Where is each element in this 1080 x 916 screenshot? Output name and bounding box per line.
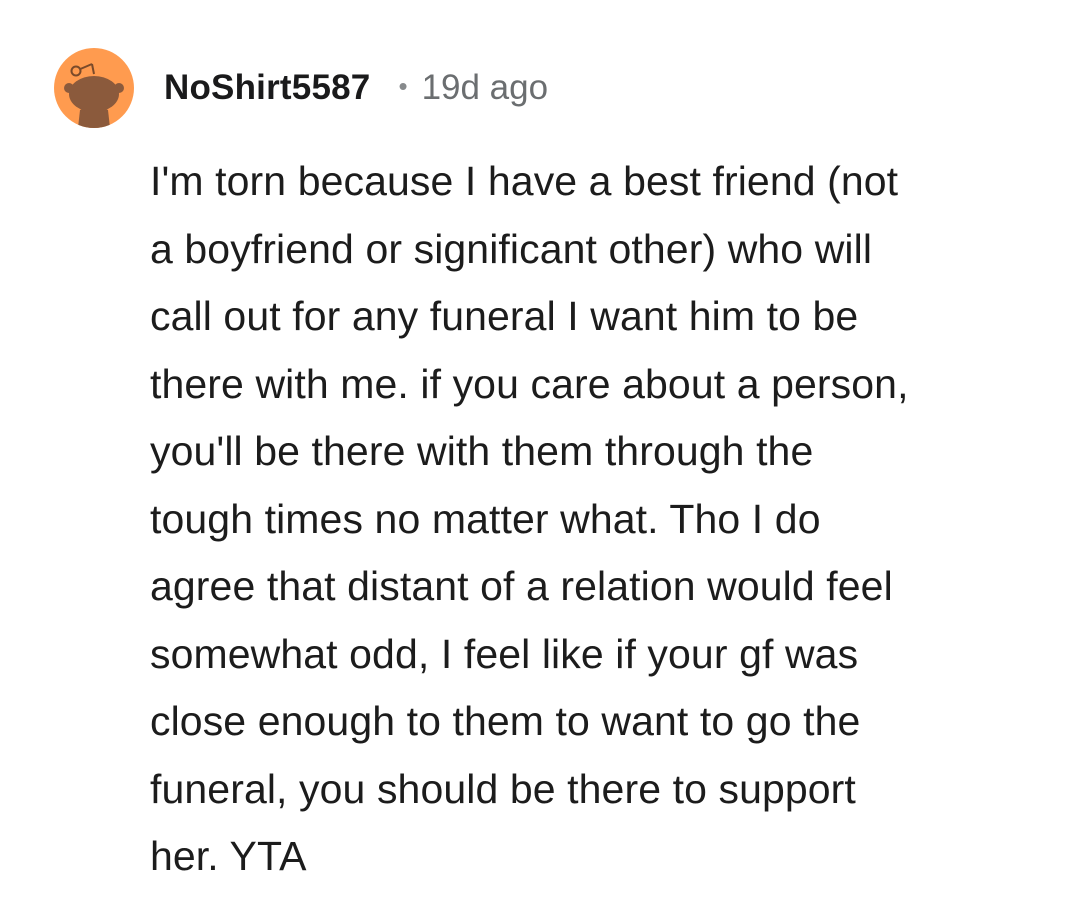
avatar[interactable]: [54, 48, 134, 128]
comment: NoShirt5587 • 19d ago I'm torn because I…: [0, 0, 1080, 916]
separator-dot: •: [398, 71, 408, 101]
username-link[interactable]: NoShirt5587: [164, 68, 370, 108]
comment-timestamp: 19d ago: [421, 68, 549, 107]
snoo-avatar-icon: [64, 63, 124, 128]
comment-header: NoShirt5587 • 19d ago: [54, 48, 548, 128]
comment-body: I'm torn because I have a best friend (n…: [150, 158, 909, 879]
